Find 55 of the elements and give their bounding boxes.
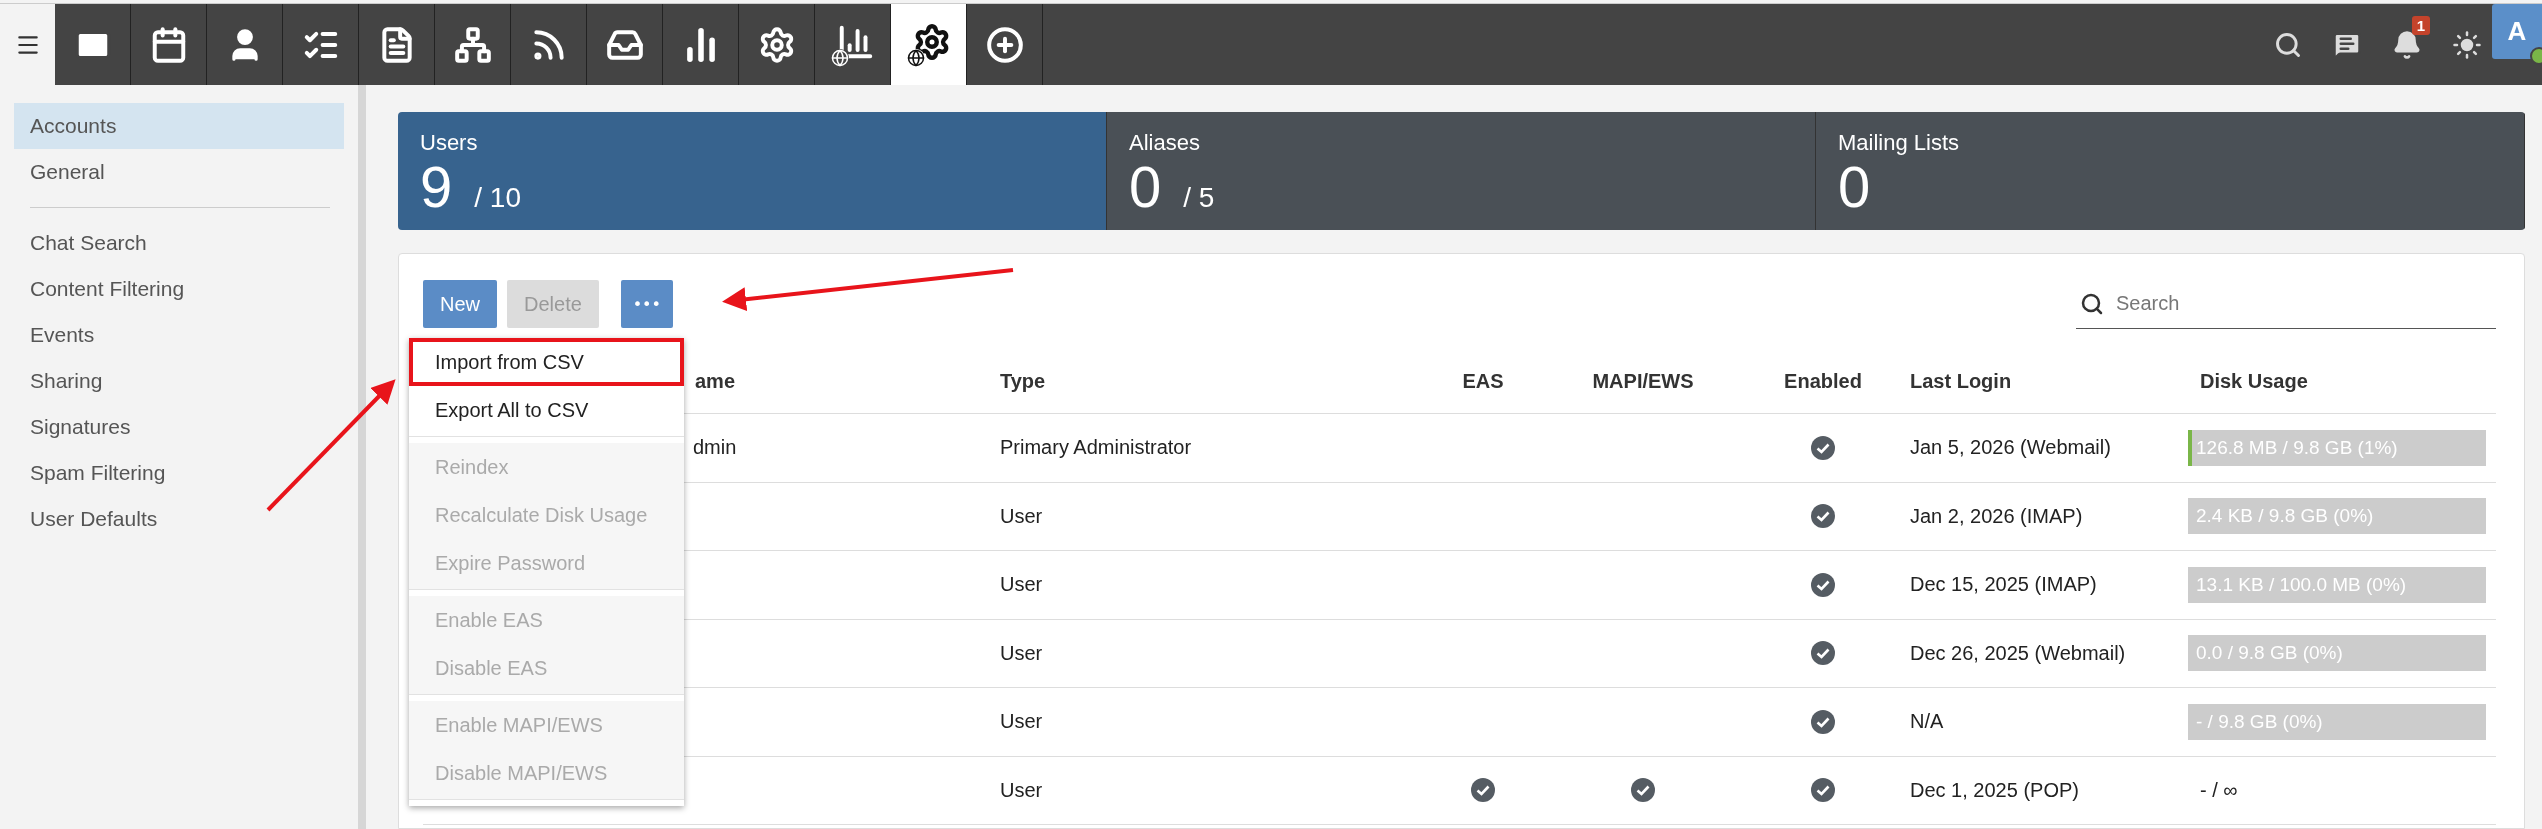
plus-circle-icon: [985, 25, 1024, 64]
menu-button[interactable]: [0, 4, 55, 85]
card-value: 0: [1838, 156, 1871, 218]
card-label: Users: [420, 130, 479, 156]
column-header[interactable]: Enabled: [1748, 370, 1898, 393]
stat-card[interactable]: Aliases 0 / 5: [1107, 112, 1816, 230]
table-cell-text: N/A: [1909, 710, 1945, 734]
sidebar-item[interactable]: User Defaults: [14, 496, 344, 542]
column-header[interactable]: MAPI/EWS: [1538, 370, 1748, 393]
table-cell-text: Primary Administrator: [999, 436, 1193, 460]
notifications-button[interactable]: [2392, 29, 2422, 60]
sidebar-item[interactable]: Accounts: [14, 103, 344, 149]
card-limit: / 10: [474, 182, 521, 214]
sidebar-item[interactable]: General: [14, 149, 344, 195]
table-cell-text: User: [999, 504, 1044, 528]
stat-card[interactable]: Users 9 / 10: [398, 112, 1107, 230]
column-header[interactable]: Last Login: [1898, 370, 2188, 393]
gear-globe-icon: [906, 22, 951, 67]
table-cell-text: User: [999, 778, 1044, 802]
table-cell-text: dmin: [692, 436, 738, 460]
theme-button[interactable]: [2452, 29, 2482, 60]
table-cell-text: Dec 15, 2025 (IMAP): [1909, 573, 2098, 597]
card-label: Mailing Lists: [1838, 130, 1961, 156]
table-cell-text: Dec 26, 2025 (Webmail): [1909, 641, 2127, 665]
menu-item[interactable]: Import from CSV: [409, 338, 684, 386]
table-cell-text: - / ∞: [2199, 778, 2239, 802]
card-limit: / 5: [1183, 182, 1215, 214]
table-cell-text: User: [999, 641, 1044, 665]
new-button[interactable]: New: [423, 280, 497, 328]
notification-badge: 1: [2411, 15, 2430, 35]
table-cell-text: Jan 5, 2026 (Webmail): [1909, 436, 2112, 460]
card-value: 9: [420, 156, 453, 218]
card-value: 0: [1129, 156, 1162, 218]
sidebar-item[interactable]: Signatures: [14, 404, 344, 450]
sidebar-item[interactable]: Sharing: [14, 358, 344, 404]
column-header[interactable]: Type: [988, 370, 1428, 393]
sidebar-item[interactable]: Content Filtering: [14, 266, 344, 312]
column-header[interactable]: Disk Usage: [2188, 370, 2496, 393]
sidebar-item[interactable]: Chat Search: [14, 220, 344, 266]
search-field[interactable]: Search: [2114, 291, 2496, 316]
table-cell-text: Dec 1, 2025 (POP): [1909, 778, 2080, 802]
menu-item[interactable]: Export All to CSV: [409, 386, 684, 434]
card-label: Aliases: [1129, 130, 1201, 156]
app-tab[interactable]: [891, 4, 967, 85]
sidebar-item[interactable]: Events: [14, 312, 344, 358]
search-button[interactable]: [2274, 30, 2302, 59]
column-header[interactable]: EAS: [1428, 370, 1538, 393]
stat-card[interactable]: Mailing Lists 0: [1816, 112, 2525, 230]
table-cell-text: User: [999, 573, 1044, 597]
table-cell-text: Jan 2, 2026 (IMAP): [1909, 504, 2084, 528]
more-button[interactable]: •••: [620, 280, 673, 328]
search-icon: [2080, 291, 2104, 316]
hierarchy-icon: [453, 25, 492, 64]
sidebar-item[interactable]: Spam Filtering: [14, 450, 344, 496]
table-cell-text: User: [999, 710, 1044, 734]
